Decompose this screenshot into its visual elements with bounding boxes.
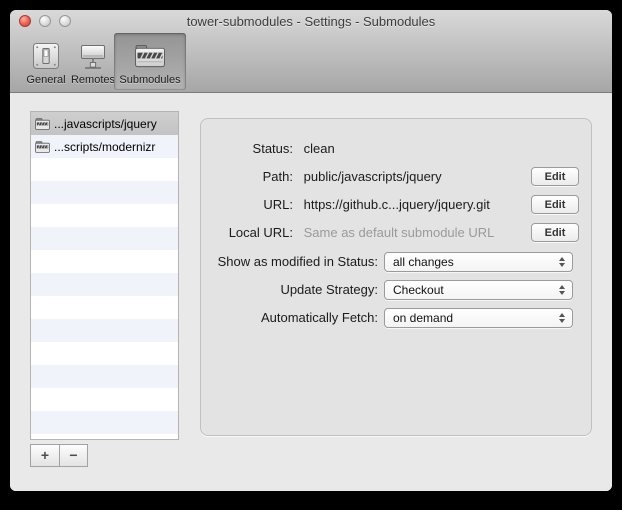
window-title: tower-submodules - Settings - Submodules xyxy=(10,14,612,29)
content-area: ...javascripts/jquery ...scripts/moderni… xyxy=(10,93,612,491)
remotes-network-icon xyxy=(78,38,108,74)
stepper-arrows-icon xyxy=(559,285,566,295)
settings-window: tower-submodules - Settings - Submodules xyxy=(10,10,612,491)
edit-local-url-button[interactable]: Edit xyxy=(531,223,579,242)
submodule-icon xyxy=(35,141,50,153)
path-row: Path: public/javascripts/jquery Edit xyxy=(201,167,591,187)
show-modified-row: Show as modified in Status: all changes xyxy=(201,252,591,272)
status-row: Status: clean xyxy=(201,139,591,159)
submodule-icon xyxy=(35,118,50,130)
status-value: clean xyxy=(304,141,335,156)
list-item-jquery[interactable]: ...javascripts/jquery xyxy=(31,112,178,135)
submodule-details-panel: Status: clean Path: public/javascripts/j… xyxy=(200,118,592,436)
toolbar: General xyxy=(10,32,612,92)
local-url-label: Local URL: xyxy=(201,223,293,243)
toolbar-label-general: General xyxy=(26,74,65,87)
url-label: URL: xyxy=(201,195,293,215)
edit-url-button[interactable]: Edit xyxy=(531,195,579,214)
stepper-arrows-icon xyxy=(559,313,566,323)
list-item-label: ...scripts/modernizr xyxy=(54,140,155,154)
titlebar[interactable]: tower-submodules - Settings - Submodules xyxy=(10,10,612,32)
auto-fetch-value: on demand xyxy=(393,311,453,325)
list-buttons: + − xyxy=(30,444,88,467)
url-value: https://github.c...jquery/jquery.git xyxy=(304,197,490,212)
remove-submodule-button[interactable]: − xyxy=(59,444,88,467)
general-switch-icon xyxy=(31,38,61,74)
update-strategy-label: Update Strategy: xyxy=(201,280,378,300)
status-label: Status: xyxy=(201,139,293,159)
update-strategy-value: Checkout xyxy=(393,283,444,297)
list-item-label: ...javascripts/jquery xyxy=(54,117,157,131)
automatically-fetch-select[interactable]: on demand xyxy=(384,308,573,328)
edit-path-button[interactable]: Edit xyxy=(531,167,579,186)
auto-fetch-label: Automatically Fetch: xyxy=(201,308,378,328)
update-strategy-select[interactable]: Checkout xyxy=(384,280,573,300)
toolbar-item-submodules[interactable]: Submodules xyxy=(114,33,186,90)
toolbar-item-remotes[interactable]: Remotes xyxy=(68,33,118,90)
toolbar-label-remotes: Remotes xyxy=(71,74,115,87)
path-label: Path: xyxy=(201,167,293,187)
auto-fetch-row: Automatically Fetch: on demand xyxy=(201,308,591,328)
url-row: URL: https://github.c...jquery/jquery.gi… xyxy=(201,195,591,215)
submodule-list: ...javascripts/jquery ...scripts/moderni… xyxy=(30,111,179,440)
toolbar-label-submodules: Submodules xyxy=(119,74,180,87)
list-item-modernizr[interactable]: ...scripts/modernizr xyxy=(31,135,178,158)
show-as-modified-select[interactable]: all changes xyxy=(384,252,573,272)
update-strategy-row: Update Strategy: Checkout xyxy=(201,280,591,300)
show-modified-value: all changes xyxy=(393,255,454,269)
submodules-folder-icon xyxy=(134,38,166,74)
add-submodule-button[interactable]: + xyxy=(30,444,59,467)
local-url-value: Same as default submodule URL xyxy=(304,225,495,240)
toolbar-item-general[interactable]: General xyxy=(20,33,72,90)
show-modified-label: Show as modified in Status: xyxy=(201,252,378,272)
stepper-arrows-icon xyxy=(559,257,566,267)
window-header: tower-submodules - Settings - Submodules xyxy=(10,10,612,93)
local-url-row: Local URL: Same as default submodule URL… xyxy=(201,223,591,243)
path-value: public/javascripts/jquery xyxy=(304,169,442,184)
